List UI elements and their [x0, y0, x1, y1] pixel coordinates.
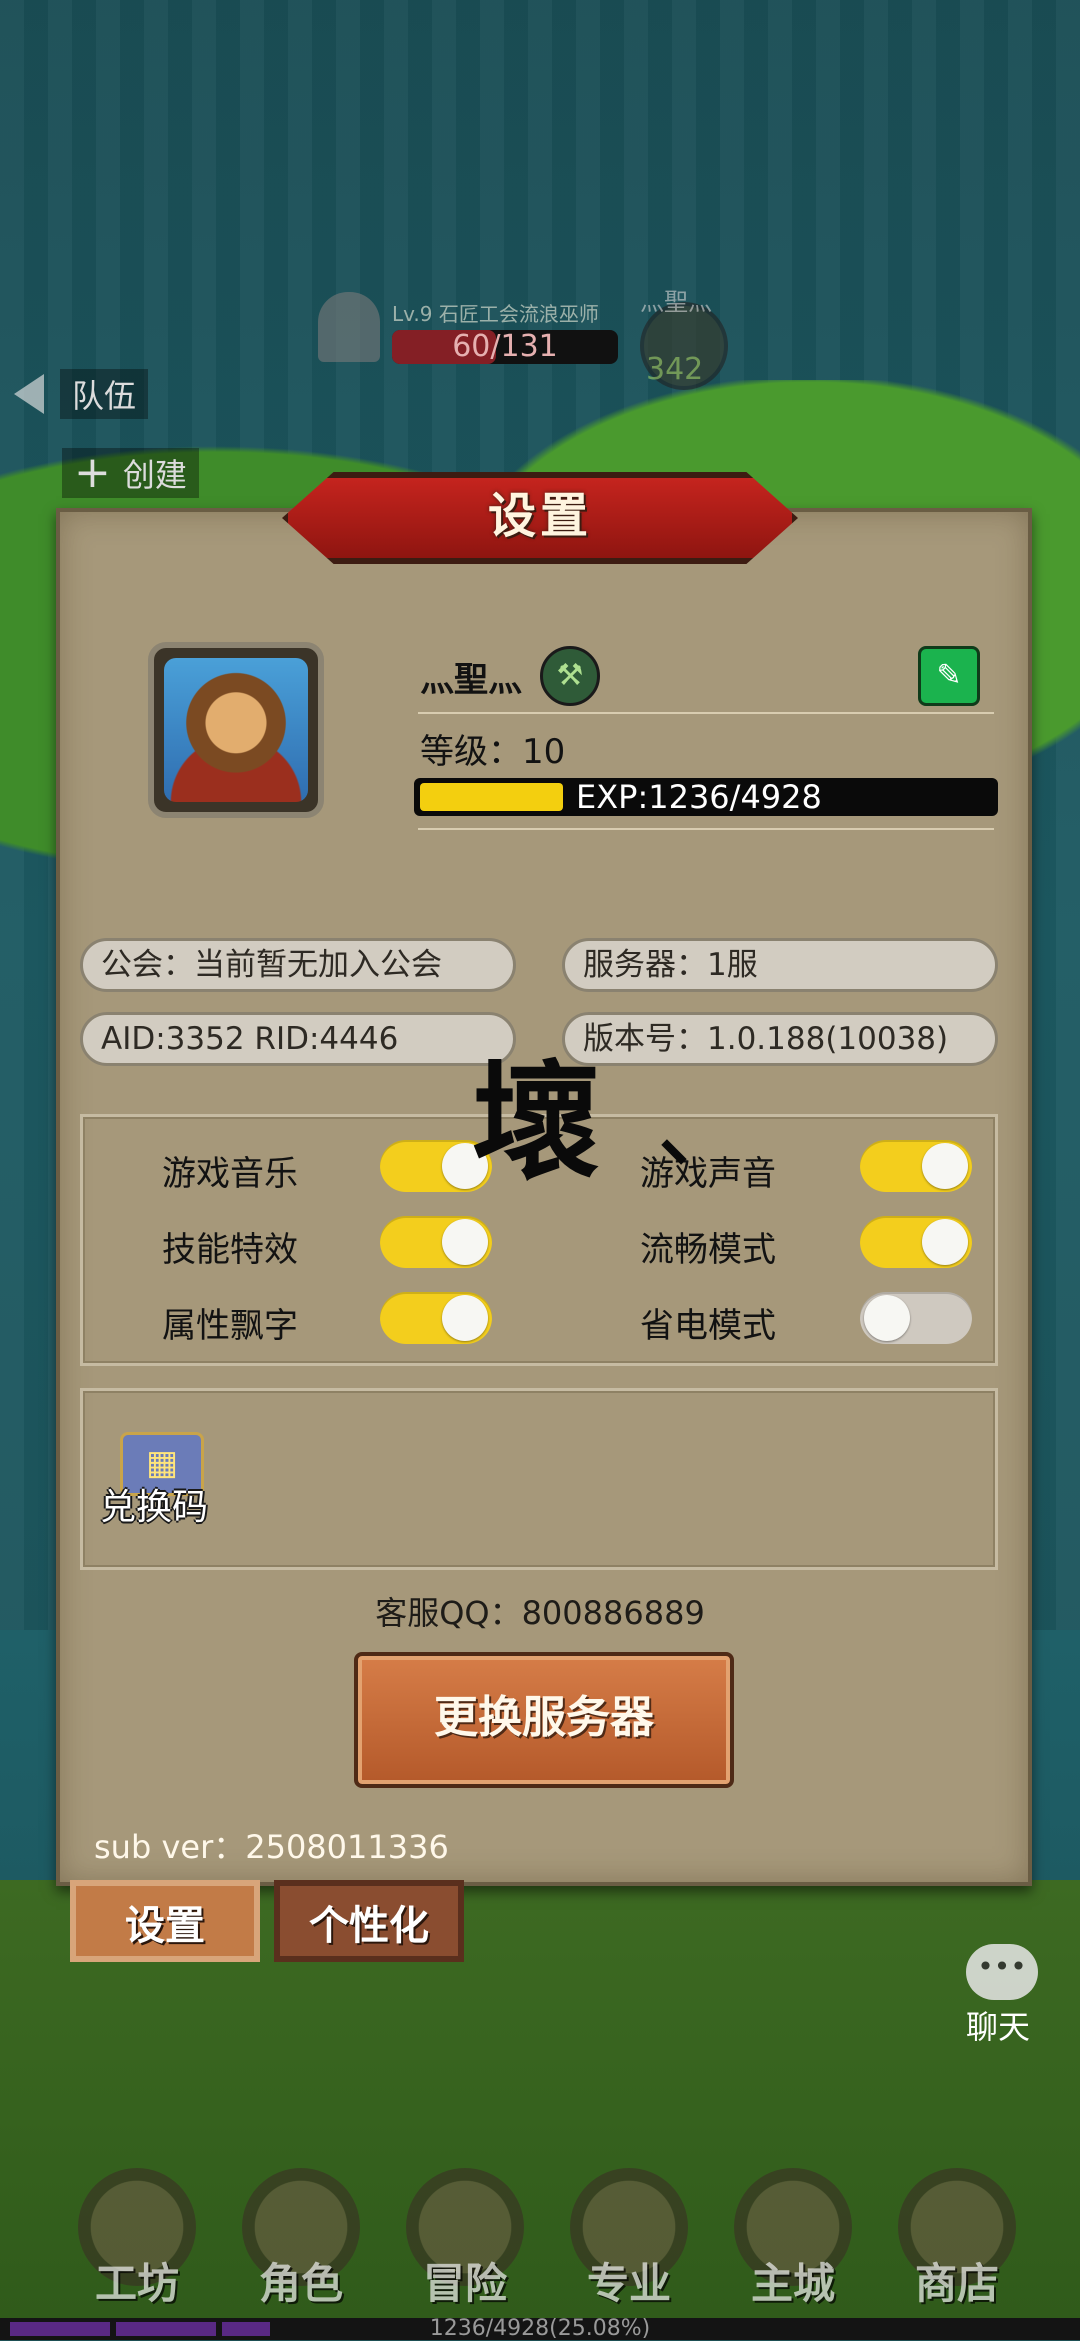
enemy-name: 灬聖灬	[640, 288, 712, 316]
nav-workshop[interactable]: 工坊	[62, 2168, 212, 2318]
team-button[interactable]: 队伍	[14, 369, 149, 419]
enemy-number: 342	[646, 352, 704, 387]
divider	[418, 828, 994, 830]
level-value: 10	[522, 732, 566, 772]
chat-label: 聊天	[966, 2008, 1031, 2046]
player-level: 等级：10	[420, 724, 565, 773]
nav-shop[interactable]: 商店	[882, 2168, 1032, 2318]
toggle-skill-fx[interactable]	[380, 1216, 492, 1268]
exp-fill	[420, 783, 563, 811]
bottom-exp-text: 1236/4928(25.08%)	[429, 2316, 651, 2341]
toggle-attr-float[interactable]	[380, 1292, 492, 1344]
version-info: 版本号：1.0.188(10038)	[562, 1012, 998, 1066]
toggle-label-power-save: 省电模式	[640, 1306, 776, 1346]
plus-icon: +	[74, 447, 111, 498]
tab-settings[interactable]: 设置	[70, 1880, 260, 1962]
account-ids: AID:3352 RID:4446	[80, 1012, 516, 1066]
nav-main-city[interactable]: 主城	[718, 2168, 868, 2318]
nav-label: 冒险	[422, 2259, 507, 2308]
switch-knob	[922, 1143, 968, 1189]
tab-personalize[interactable]: 个性化	[274, 1880, 464, 1962]
toggle-sound[interactable]	[860, 1140, 972, 1192]
switch-knob	[922, 1219, 968, 1265]
switch-knob	[864, 1295, 910, 1341]
top-player-name: Lv.9 石匠工会流浪巫师	[392, 302, 599, 326]
toggle-label-smooth: 流畅模式	[640, 1230, 776, 1270]
player-avatar[interactable]	[148, 642, 324, 818]
server-info: 服务器：1服	[562, 938, 998, 992]
top-player-status: Lv.9 石匠工会流浪巫师 60/131	[320, 292, 620, 372]
nav-profession[interactable]: 专业	[554, 2168, 704, 2318]
exp-text: EXP:1236/4928	[576, 778, 822, 816]
enemy-badge: 灬聖灬 342	[636, 282, 728, 390]
chat-bubble-icon: •••	[966, 1944, 1038, 2000]
divider	[418, 712, 994, 714]
create-label: 创建	[122, 456, 187, 494]
title-banner: 设置	[282, 464, 798, 564]
chat-button[interactable]: ••• 聊天	[966, 1944, 1046, 2048]
switch-knob	[442, 1219, 488, 1265]
bottom-nav: 工坊 角色 冒险 专业 主城 商店	[0, 2168, 1080, 2318]
toggle-power-save[interactable]	[860, 1292, 972, 1344]
create-button[interactable]: + 创建	[62, 448, 199, 498]
sub-version: sub ver：2508011336	[94, 1828, 449, 1866]
guild-info: 公会：当前暂无加入公会	[80, 938, 516, 992]
nav-label: 专业	[586, 2259, 671, 2308]
team-label: 队伍	[60, 369, 149, 419]
avatar-portrait	[164, 658, 308, 802]
change-server-button[interactable]: 更换服务器	[354, 1652, 734, 1788]
bottom-exp-bar: 1236/4928(25.08%)	[0, 2316, 1080, 2341]
customer-service-qq: 客服QQ：800886889	[375, 1594, 705, 1632]
nav-character[interactable]: 角色	[226, 2168, 376, 2318]
toggle-smooth-mode[interactable]	[860, 1216, 972, 1268]
level-label: 等级：	[420, 732, 522, 772]
toggle-label-attr-float: 属性飘字	[162, 1306, 298, 1346]
player-name: 灬聖灬	[420, 660, 522, 700]
toggle-label-sound: 游戏声音	[640, 1154, 776, 1194]
redeem-code-button[interactable]: 兑换码	[100, 1478, 208, 1530]
switch-knob	[442, 1295, 488, 1341]
dialog-title: 设置	[487, 488, 592, 544]
exp-bar: EXP:1236/4928	[414, 778, 998, 816]
top-player-hp-bar: 60/131	[392, 330, 618, 364]
back-arrow-icon	[14, 374, 44, 414]
nav-adventure[interactable]: 冒险	[390, 2168, 540, 2318]
toggle-label-music: 游戏音乐	[162, 1154, 298, 1194]
toggle-label-skill-fx: 技能特效	[162, 1230, 298, 1270]
nav-label: 主城	[750, 2259, 835, 2308]
nav-label: 商店	[914, 2259, 999, 2308]
nav-label: 角色	[258, 2259, 343, 2308]
pencil-edit-icon[interactable]: ✎	[918, 646, 980, 706]
overlay-glyph: 壞	[472, 1049, 601, 1198]
nav-label: 工坊	[94, 2259, 179, 2308]
guild-crest-icon: ⚒	[540, 646, 600, 706]
hp-text: 60/131	[452, 329, 558, 364]
redeem-box	[80, 1388, 998, 1570]
